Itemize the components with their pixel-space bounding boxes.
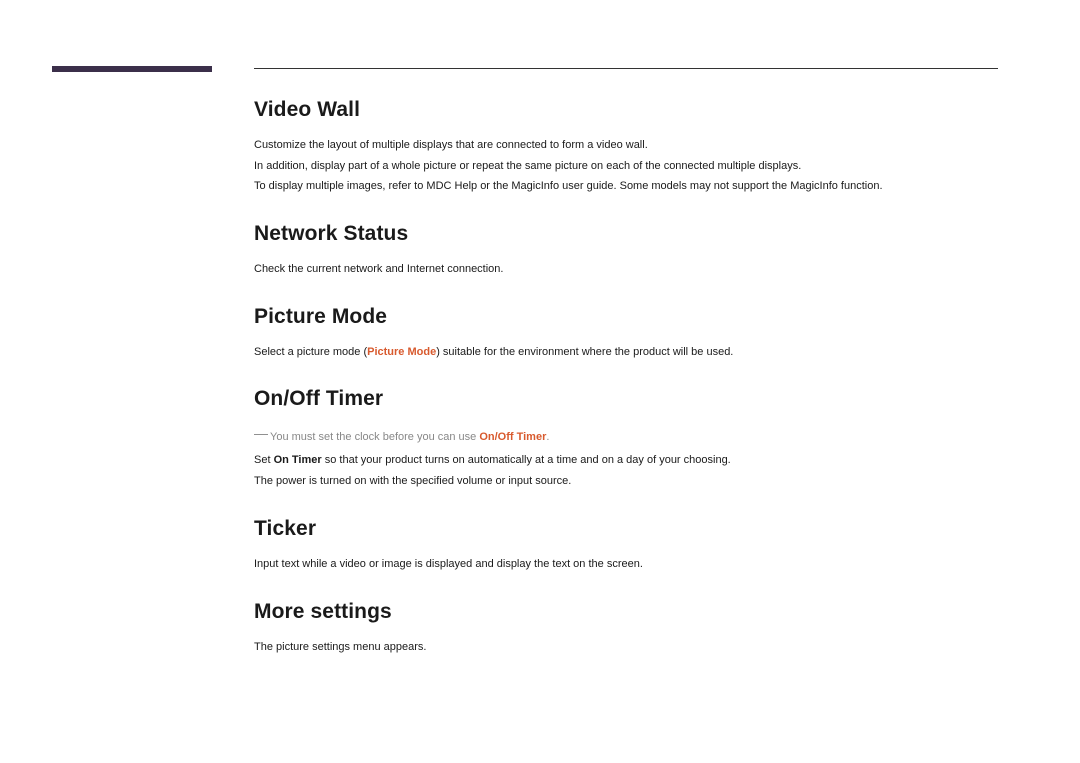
line1-suffix: so that your product turns on automatica…	[322, 454, 731, 466]
video-wall-text-2: In addition, display part of a whole pic…	[254, 157, 998, 176]
heading-network-status: Network Status	[254, 222, 998, 246]
picture-mode-text: Select a picture mode (Picture Mode) sui…	[254, 343, 998, 362]
on-off-timer-text-2: The power is turned on with the specifie…	[254, 472, 998, 491]
video-wall-text-3: To display multiple images, refer to MDC…	[254, 177, 998, 196]
note-highlight: On/Off Timer	[479, 431, 546, 443]
accent-bar	[52, 66, 212, 72]
heading-video-wall: Video Wall	[254, 98, 998, 122]
on-off-timer-note: ―You must set the clock before you can u…	[254, 425, 998, 445]
section-network-status: Network Status Check the current network…	[254, 222, 998, 279]
line1-bold: On Timer	[274, 454, 322, 466]
heading-more-settings: More settings	[254, 600, 998, 624]
section-ticker: Ticker Input text while a video or image…	[254, 517, 998, 574]
picture-mode-prefix: Select a picture mode (	[254, 346, 367, 358]
on-off-timer-text-1: Set On Timer so that your product turns …	[254, 451, 998, 470]
section-more-settings: More settings The picture settings menu …	[254, 600, 998, 657]
section-picture-mode: Picture Mode Select a picture mode (Pict…	[254, 305, 998, 362]
page-content: Video Wall Customize the layout of multi…	[254, 98, 998, 682]
note-dash-icon: ―	[254, 425, 268, 441]
heading-ticker: Ticker	[254, 517, 998, 541]
heading-on-off-timer: On/Off Timer	[254, 387, 998, 411]
picture-mode-highlight: Picture Mode	[367, 346, 436, 358]
more-settings-text: The picture settings menu appears.	[254, 638, 998, 657]
note-prefix: You must set the clock before you can us…	[270, 431, 479, 443]
ticker-text: Input text while a video or image is dis…	[254, 555, 998, 574]
section-on-off-timer: On/Off Timer ―You must set the clock bef…	[254, 387, 998, 490]
network-status-text: Check the current network and Internet c…	[254, 260, 998, 279]
note-suffix: .	[546, 431, 549, 443]
video-wall-text-1: Customize the layout of multiple display…	[254, 136, 998, 155]
horizontal-rule	[254, 68, 998, 69]
section-video-wall: Video Wall Customize the layout of multi…	[254, 98, 998, 196]
picture-mode-suffix: ) suitable for the environment where the…	[436, 346, 733, 358]
heading-picture-mode: Picture Mode	[254, 305, 998, 329]
line1-prefix: Set	[254, 454, 274, 466]
